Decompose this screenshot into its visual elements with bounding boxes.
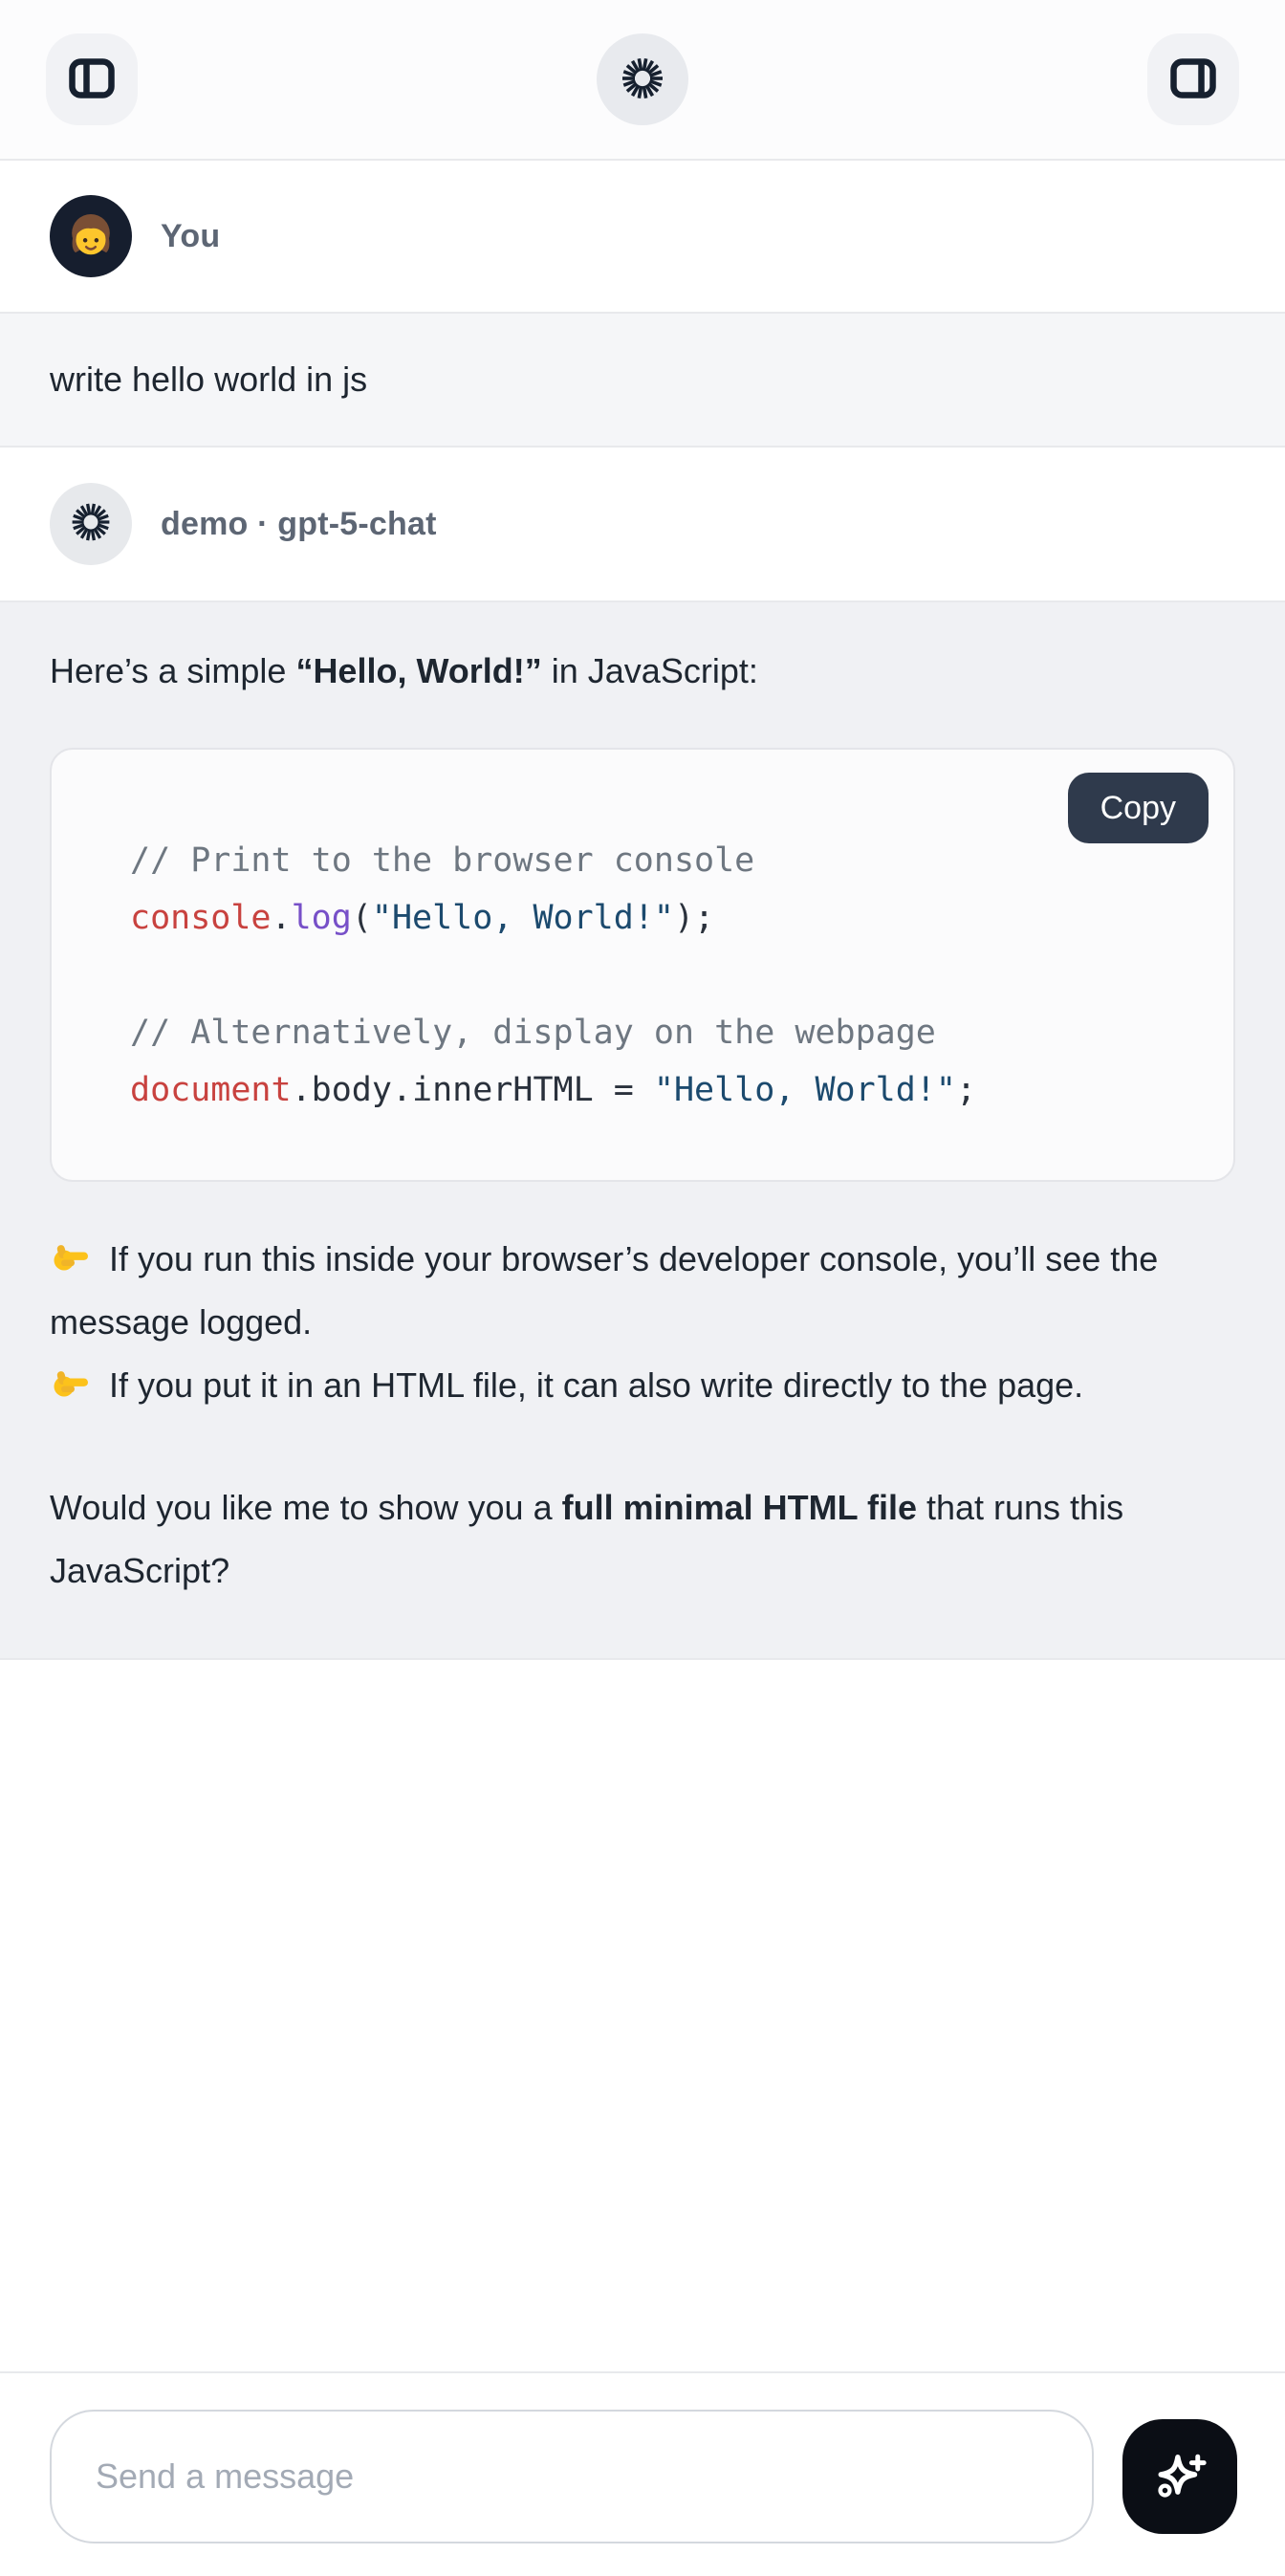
panel-toggle-button[interactable] [1147, 33, 1239, 125]
assistant-message-header: demo · gpt-5-chat [0, 448, 1285, 600]
sparkle-plus-icon [1151, 2447, 1209, 2507]
message-input[interactable] [50, 2410, 1094, 2543]
point-right-icon [50, 1234, 92, 1277]
starburst-icon: /* rays drawn via JS below */ [618, 54, 667, 106]
user-message-text: write hello world in js [50, 360, 367, 400]
assistant-tips-text: If you run this inside your browser’s de… [50, 1228, 1235, 1417]
user-avatar [50, 195, 132, 277]
panel-right-icon [1168, 54, 1218, 106]
assistant-sender-label: demo · gpt-5-chat [161, 506, 437, 543]
user-sender-label: You [161, 218, 220, 255]
user-message-header: You [0, 161, 1285, 312]
send-button[interactable] [1122, 2419, 1237, 2534]
assistant-message-bubble: Here’s a simple “Hello, World!” in JavaS… [0, 600, 1285, 1660]
chat-empty-area [0, 1660, 1285, 2371]
assistant-followup-question: Would you like me to show you a full min… [50, 1476, 1235, 1603]
point-right-icon [50, 1361, 92, 1403]
sidebar-toggle-button[interactable] [46, 33, 138, 125]
chat-app: /* rays drawn via JS below */ [0, 0, 1285, 2576]
assistant-avatar [50, 483, 132, 565]
copy-code-button[interactable]: Copy [1068, 773, 1209, 843]
composer-bar [0, 2371, 1285, 2576]
starburst-icon [68, 499, 114, 550]
code-content: // Print to the browser consoleconsole.l… [52, 750, 1233, 1180]
assistant-intro-text: Here’s a simple “Hello, World!” in JavaS… [50, 648, 1235, 694]
panel-left-icon [67, 54, 117, 106]
model-spinner-button[interactable]: /* rays drawn via JS below */ [597, 33, 688, 125]
user-message-bubble: write hello world in js [0, 312, 1285, 448]
top-bar: /* rays drawn via JS below */ [0, 0, 1285, 161]
code-block: Copy // Print to the browser consolecons… [50, 748, 1235, 1182]
